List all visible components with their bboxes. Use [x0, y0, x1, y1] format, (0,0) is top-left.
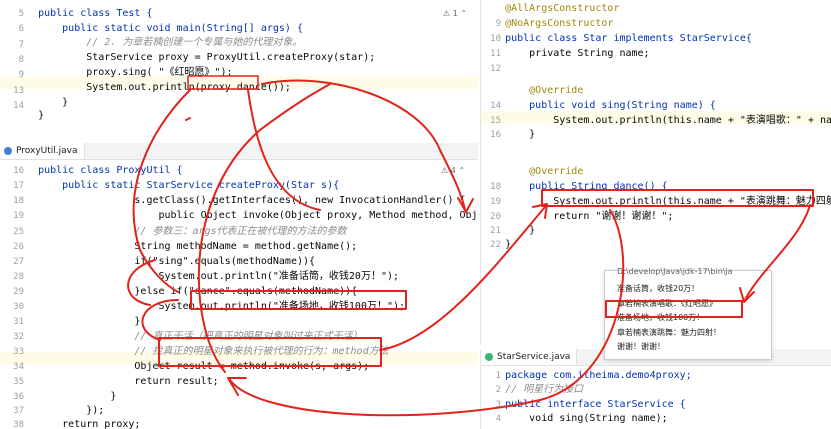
line-number: 20	[490, 212, 501, 222]
console-output: D:\develop\Java\jdk-17\bin\ja 准备话筒，收钱20万…	[604, 267, 772, 360]
console-line: 章若楠表演跳舞：魅力四射！	[617, 328, 721, 337]
console-line: 章若楠表演唱歌：《红昭愿》	[617, 299, 717, 308]
code-line: public class ProxyUtil {	[14, 165, 183, 176]
code-line: StarService proxy = ProxyUtil.createProx…	[14, 52, 376, 63]
code-line: private String name;	[481, 48, 650, 59]
line-number: 31	[13, 317, 24, 327]
code-comment: // 2. 为章若楠创建一个专属与她的代理对象。	[14, 37, 303, 48]
line-number: 33	[13, 347, 24, 357]
line-number: 15	[490, 116, 501, 126]
code-line: return result;	[14, 376, 219, 387]
code-line: package com.itheima.demo4proxy;	[481, 370, 692, 381]
proxyutil-editor[interactable]: ProxyUtil.java public class ProxyUtil { …	[0, 143, 478, 429]
line-number: 19	[13, 211, 24, 221]
code-line: @AllArgsConstructor	[481, 3, 620, 14]
code-line: return "谢谢！谢谢！";	[481, 211, 674, 222]
line-number: 22	[490, 240, 501, 250]
line-number: 28	[13, 272, 24, 282]
starservice-editor[interactable]: StarService.java package com.itheima.dem…	[480, 349, 831, 429]
line-number: 29	[13, 287, 24, 297]
code-line: });	[14, 405, 105, 416]
code-line: Object result = method.invoke(s, args);	[14, 361, 370, 372]
line-number: 4	[495, 414, 501, 424]
line-number: 27	[13, 257, 24, 267]
test-editor[interactable]: 5 6 7 8 9 13 14 public class Test { publ…	[0, 0, 478, 120]
code-line: }else if("dance".equals(methodName)){	[14, 286, 358, 297]
line-number: 19	[490, 197, 501, 207]
code-line: @Override	[481, 85, 584, 96]
console-line: D:\develop\Java\jdk-17\bin\ja	[617, 267, 733, 276]
warning-badge[interactable]: ⚠ 4 ⌃	[441, 166, 465, 175]
line-number: 32	[13, 332, 24, 342]
line-number: 2	[495, 385, 501, 395]
code-line: public class Star implements StarService…	[481, 33, 752, 44]
line-number: 1	[495, 371, 501, 381]
line-number: 18	[490, 182, 501, 192]
code-line: }	[14, 97, 69, 108]
java-class-icon	[4, 147, 12, 155]
line-number: 37	[13, 406, 24, 416]
code-line: public void sing(String name) {	[481, 100, 716, 111]
line-number: 25	[13, 227, 24, 237]
tab-starservice[interactable]: StarService.java	[481, 349, 578, 365]
line-number: 30	[13, 302, 24, 312]
warning-badge[interactable]: ⚠ 1 ⌃	[443, 9, 467, 18]
line-number: 14	[490, 101, 501, 111]
line-number: 16	[490, 130, 501, 140]
tab-label: StarService.java	[497, 352, 571, 362]
code-line: public static StarService createProxy(St…	[14, 180, 340, 191]
interface-icon	[485, 353, 493, 361]
line-number: 17	[13, 181, 24, 191]
line-number: 36	[13, 392, 24, 402]
line-number: 10	[490, 34, 501, 44]
line-number: 16	[13, 166, 24, 176]
code-line: System.out.println("准备话筒，收钱20万！");	[14, 271, 400, 282]
code-line: if("sing".equals(methodName)){	[14, 256, 316, 267]
line-number: 34	[13, 362, 24, 372]
code-line: System.out.println(proxy.dance());	[14, 82, 291, 93]
code-line: s.getClass().getInterfaces(), new Invoca…	[14, 195, 466, 206]
tab-proxyutil[interactable]: ProxyUtil.java	[0, 143, 85, 159]
line-number: 38	[13, 420, 24, 429]
code-line: }	[14, 110, 45, 120]
code-line: System.out.println("准备场地，收钱100万！");	[14, 301, 406, 312]
code-line: System.out.println(this.name + "表演跳舞：魅力四…	[553, 196, 831, 207]
code-comment: // 真正干活（把真正的明星对象叫过来正式干活）	[14, 331, 363, 342]
line-number: 9	[495, 19, 501, 29]
line-number: 3	[495, 400, 501, 410]
code-line: public static void main(String[] args) {	[14, 23, 303, 34]
console-line: 准备场地，收钱100万！	[617, 313, 705, 322]
line-number: 35	[13, 377, 24, 387]
console-line: 准备话筒，收钱20万！	[617, 284, 700, 293]
code-line: @Override	[481, 166, 584, 177]
code-line: return proxy;	[14, 419, 141, 429]
code-line: public interface StarService {	[481, 399, 686, 410]
line-number: 18	[13, 196, 24, 206]
line-number: 12	[490, 64, 501, 74]
code-line: proxy.sing( "《红昭愿》");	[14, 67, 233, 78]
code-line: }	[14, 391, 117, 402]
code-line: }	[14, 316, 141, 327]
code-line: public String dance() {	[481, 181, 668, 192]
tab-label: ProxyUtil.java	[16, 146, 78, 156]
code-line: void sing(String name);	[481, 413, 668, 424]
code-line: System.out.println(this.name + "表演唱歌：" +…	[481, 115, 831, 126]
code-comment: // 参数三：args代表正在被代理的方法的参数	[14, 226, 347, 237]
console-line: 谢谢！谢谢！	[617, 342, 665, 351]
line-number: 21	[490, 226, 501, 236]
line-number: 26	[13, 242, 24, 252]
line-number: 11	[490, 49, 501, 59]
code-comment: // 找真正的明星对象来执行被代理的行为：method方法	[14, 346, 389, 357]
code-line: public Object invoke(Object proxy, Metho…	[158, 210, 478, 221]
code-line: public class Test {	[14, 8, 153, 19]
code-line: String methodName = method.getName();	[14, 241, 358, 252]
